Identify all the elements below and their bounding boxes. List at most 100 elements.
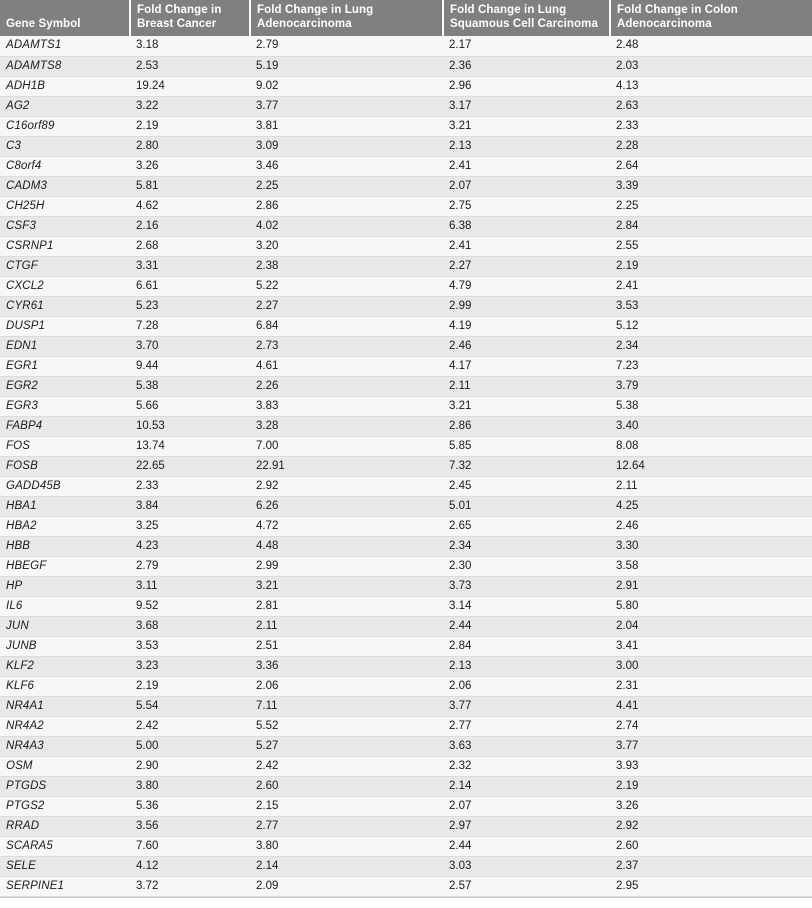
table-body: ADAMTS1 3.18 2.79 2.17 2.48 ADAMTS8 2.53 5.19 2.…: [0, 36, 812, 897]
table-row: C16orf89 2.19 3.81 3.21 2.33: [0, 116, 812, 137]
cell-coad-fold-change: 2.64: [610, 156, 812, 177]
cell-coad-fold-change: 3.39: [610, 176, 812, 197]
cell-lusc-fold-change: 5.85: [443, 436, 610, 457]
column-header-fold-change-lung-adenocarcinoma: Fold Change in Lung Adenocarcinoma: [250, 0, 444, 36]
cell-lusc-fold-change: 2.45: [443, 476, 610, 497]
cell-breast-fold-change: 9.44: [130, 356, 250, 377]
table-row: ADAMTS8 2.53 5.19 2.36 2.03: [0, 56, 812, 77]
cell-coad-fold-change: 2.84: [610, 216, 812, 237]
cell-coad-fold-change: 4.25: [610, 496, 812, 517]
cell-breast-fold-change: 7.28: [130, 316, 250, 337]
table-row: GADD45B 2.33 2.92 2.45 2.11: [0, 476, 812, 497]
table-row: NR4A3 5.00 5.27 3.63 3.77: [0, 736, 812, 757]
cell-gene-symbol: ADAMTS1: [0, 36, 130, 57]
cell-coad-fold-change: 4.13: [610, 76, 812, 97]
cell-lusc-fold-change: 2.96: [443, 76, 610, 97]
cell-gene-symbol: C8orf4: [0, 156, 130, 177]
cell-lusc-fold-change: 2.84: [443, 636, 610, 657]
cell-gene-symbol: CSRNP1: [0, 236, 130, 257]
cell-coad-fold-change: 5.12: [610, 316, 812, 337]
cell-luad-fold-change: 7.00: [250, 436, 443, 457]
cell-gene-symbol: SERPINE1: [0, 876, 130, 897]
cell-gene-symbol: C16orf89: [0, 116, 130, 137]
cell-gene-symbol: EGR1: [0, 356, 130, 377]
cell-gene-symbol: HBA1: [0, 496, 130, 517]
cell-coad-fold-change: 2.03: [610, 56, 812, 77]
table-row: CSRNP1 2.68 3.20 2.41 2.55: [0, 236, 812, 257]
cell-luad-fold-change: 3.46: [250, 156, 443, 177]
cell-luad-fold-change: 2.25: [250, 176, 443, 197]
cell-gene-symbol: HBB: [0, 536, 130, 557]
table-row: EGR2 5.38 2.26 2.11 3.79: [0, 376, 812, 397]
cell-breast-fold-change: 5.66: [130, 396, 250, 417]
cell-luad-fold-change: 7.11: [250, 696, 443, 717]
cell-coad-fold-change: 12.64: [610, 456, 812, 477]
table-row: CXCL2 6.61 5.22 4.79 2.41: [0, 276, 812, 297]
cell-lusc-fold-change: 4.19: [443, 316, 610, 337]
table-row: NR4A1 5.54 7.11 3.77 4.41: [0, 696, 812, 717]
cell-coad-fold-change: 2.33: [610, 116, 812, 137]
cell-luad-fold-change: 3.28: [250, 416, 443, 437]
cell-lusc-fold-change: 2.41: [443, 236, 610, 257]
cell-gene-symbol: KLF2: [0, 656, 130, 677]
cell-gene-symbol: GADD45B: [0, 476, 130, 497]
cell-lusc-fold-change: 7.32: [443, 456, 610, 477]
cell-coad-fold-change: 3.79: [610, 376, 812, 397]
cell-coad-fold-change: 8.08: [610, 436, 812, 457]
cell-coad-fold-change: 4.41: [610, 696, 812, 717]
cell-luad-fold-change: 2.86: [250, 196, 443, 217]
table-row: EGR3 5.66 3.83 3.21 5.38: [0, 396, 812, 417]
cell-gene-symbol: HBEGF: [0, 556, 130, 577]
table-row: PTGS2 5.36 2.15 2.07 3.26: [0, 796, 812, 817]
cell-luad-fold-change: 5.19: [250, 56, 443, 77]
table-row: DUSP1 7.28 6.84 4.19 5.12: [0, 316, 812, 337]
table-row: KLF2 3.23 3.36 2.13 3.00: [0, 656, 812, 677]
cell-luad-fold-change: 3.83: [250, 396, 443, 417]
table-row: SERPINE1 3.72 2.09 2.57 2.95: [0, 876, 812, 897]
column-header-gene-symbol: Gene Symbol: [0, 0, 131, 36]
cell-lusc-fold-change: 3.21: [443, 116, 610, 137]
cell-lusc-fold-change: 2.57: [443, 876, 610, 897]
table-row: FOS 13.74 7.00 5.85 8.08: [0, 436, 812, 457]
cell-coad-fold-change: 2.11: [610, 476, 812, 497]
cell-breast-fold-change: 2.79: [130, 556, 250, 577]
table-row: HBB 4.23 4.48 2.34 3.30: [0, 536, 812, 557]
cell-breast-fold-change: 2.16: [130, 216, 250, 237]
cell-lusc-fold-change: 6.38: [443, 216, 610, 237]
cell-gene-symbol: IL6: [0, 596, 130, 617]
cell-luad-fold-change: 9.02: [250, 76, 443, 97]
cell-breast-fold-change: 2.80: [130, 136, 250, 157]
cell-gene-symbol: EGR2: [0, 376, 130, 397]
cell-gene-symbol: JUNB: [0, 636, 130, 657]
cell-coad-fold-change: 2.28: [610, 136, 812, 157]
cell-luad-fold-change: 2.77: [250, 816, 443, 837]
cell-luad-fold-change: 2.38: [250, 256, 443, 277]
cell-gene-symbol: OSM: [0, 756, 130, 777]
cell-coad-fold-change: 3.93: [610, 756, 812, 777]
cell-luad-fold-change: 3.21: [250, 576, 443, 597]
cell-breast-fold-change: 2.53: [130, 56, 250, 77]
cell-lusc-fold-change: 2.06: [443, 676, 610, 697]
cell-breast-fold-change: 5.23: [130, 296, 250, 317]
cell-luad-fold-change: 2.51: [250, 636, 443, 657]
cell-coad-fold-change: 2.46: [610, 516, 812, 537]
cell-breast-fold-change: 5.54: [130, 696, 250, 717]
cell-gene-symbol: SELE: [0, 856, 130, 877]
cell-luad-fold-change: 2.81: [250, 596, 443, 617]
table-row: EGR1 9.44 4.61 4.17 7.23: [0, 356, 812, 377]
table-row: C3 2.80 3.09 2.13 2.28: [0, 136, 812, 157]
cell-coad-fold-change: 3.30: [610, 536, 812, 557]
cell-lusc-fold-change: 3.21: [443, 396, 610, 417]
cell-coad-fold-change: 3.58: [610, 556, 812, 577]
cell-breast-fold-change: 3.56: [130, 816, 250, 837]
cell-breast-fold-change: 2.19: [130, 116, 250, 137]
table-row: HP 3.11 3.21 3.73 2.91: [0, 576, 812, 597]
table-row: FABP4 10.53 3.28 2.86 3.40: [0, 416, 812, 437]
cell-lusc-fold-change: 3.63: [443, 736, 610, 757]
cell-breast-fold-change: 10.53: [130, 416, 250, 437]
table-header-row: Gene Symbol Fold Change in Breast Cancer…: [0, 0, 812, 36]
table-row: HBA1 3.84 6.26 5.01 4.25: [0, 496, 812, 517]
cell-gene-symbol: FABP4: [0, 416, 130, 437]
cell-lusc-fold-change: 3.03: [443, 856, 610, 877]
cell-coad-fold-change: 3.26: [610, 796, 812, 817]
